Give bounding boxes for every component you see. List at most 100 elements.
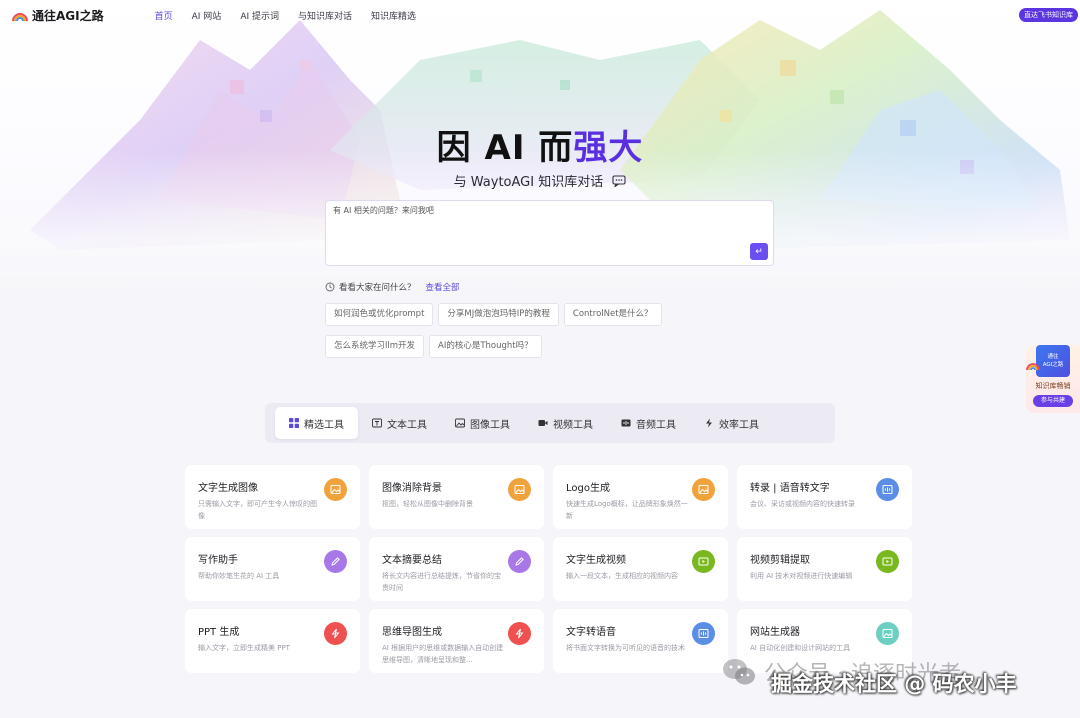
- tool-card[interactable]: 文本摘要总结 将长文内容进行总结提炼，节省你的宝贵时间: [369, 537, 544, 601]
- tool-card-desc: AI 根据用户的思维或数据输入自动创建思维导图，清晰地呈现和整...: [382, 644, 504, 664]
- nav-link-kb-chat[interactable]: 与知识库对话: [298, 9, 352, 22]
- history-icon: [325, 282, 335, 292]
- ask-input[interactable]: [333, 206, 733, 215]
- tool-icon-badge: [324, 550, 347, 573]
- tool-card[interactable]: 图像消除背景 抠图，轻松从图像中删除背景: [369, 465, 544, 529]
- nav-link-home[interactable]: 首页: [155, 9, 173, 22]
- kb-book-text-1: 通往: [1047, 354, 1059, 360]
- tool-icon-badge: [876, 622, 899, 645]
- hero-title-accent: 强大: [573, 128, 644, 168]
- tool-card[interactable]: Logo生成 快速生成Logo概标，让品牌形象焕然一新: [553, 465, 728, 529]
- question-chip[interactable]: ControlNet是什么？: [563, 303, 662, 326]
- nav-link-ai-sites[interactable]: AI 网站: [192, 9, 222, 22]
- pen-icon: [515, 557, 524, 566]
- image-icon: [514, 485, 525, 494]
- tool-icon-badge: [508, 550, 531, 573]
- tool-card-desc: 利用 AI 技术对视频进行快速编辑: [750, 572, 853, 580]
- chat-bubble-icon: [612, 175, 626, 187]
- top-nav: 通往AGI之路 首页 AI 网站 AI 提示词 与知识库对话 知识库精选 直达飞…: [0, 0, 1080, 30]
- tool-card-desc: 帮助你妙笔生花的 AI 工具: [198, 572, 280, 580]
- audio-icon: [882, 485, 893, 494]
- tool-card-desc: 将书面文字转换为可听见的语音的技术: [566, 644, 685, 652]
- tab-label: 图像工具: [470, 419, 510, 431]
- nav-links: 首页 AI 网站 AI 提示词 与知识库对话 知识库精选: [155, 9, 416, 22]
- tool-card[interactable]: 转录 | 语音转文字 会议、采访或视频内容的快速转录: [737, 465, 912, 529]
- tab-label: 音频工具: [636, 419, 676, 431]
- tool-icon-badge: [692, 550, 715, 573]
- grid-icon: [289, 418, 299, 428]
- bolt-icon: [331, 628, 340, 639]
- tool-card[interactable]: 思维导图生成 AI 根据用户的思维或数据输入自动创建思维导图，清晰地呈现和整...: [369, 609, 544, 673]
- juejin-watermark: 掘金技术社区 @ 码农小丰: [771, 672, 1017, 696]
- tool-icon-badge: [508, 478, 531, 501]
- site-name: 通往AGI之路: [32, 8, 104, 23]
- send-button[interactable]: ↵: [750, 243, 768, 260]
- image-icon: [698, 485, 709, 494]
- tab-image-tools[interactable]: 图像工具: [441, 407, 524, 439]
- kb-widget-label: 知识库畅销: [1035, 382, 1071, 390]
- tab-label: 文本工具: [387, 419, 427, 431]
- bolt-icon: [706, 418, 712, 428]
- tool-icon-badge: [876, 478, 899, 501]
- tool-card[interactable]: 视频剪辑提取 利用 AI 技术对视频进行快速编辑: [737, 537, 912, 601]
- tool-category-tabs: 精选工具 文本工具 图像工具 视频工具 音频工具 效率工具: [265, 403, 835, 443]
- tab-video-tools[interactable]: 视频工具: [524, 407, 607, 439]
- nav-link-kb-featured[interactable]: 知识库精选: [371, 9, 416, 22]
- tool-card[interactable]: 文字生成图像 只需输入文字，即可产生令人惊叹的图像: [185, 465, 360, 529]
- tool-card-desc: 输入文字，立即生成精美 PPT: [198, 644, 290, 652]
- popular-questions-header: 看看大家在问什么？ 查看全部: [325, 281, 460, 293]
- rainbow-logo-icon: [12, 13, 28, 22]
- enter-icon: ↵: [755, 246, 763, 257]
- tool-card-desc: 会议、采访或视频内容的快速转录: [750, 500, 855, 508]
- ask-box: ↵: [325, 200, 774, 266]
- tool-icon-badge: [324, 622, 347, 645]
- tool-icon-badge: [692, 478, 715, 501]
- site-logo[interactable]: 通往AGI之路: [12, 7, 104, 24]
- tool-icon-badge: [508, 622, 531, 645]
- tool-icon-badge: [692, 622, 715, 645]
- audio-icon: [621, 419, 631, 427]
- question-chip[interactable]: 如何润色或优化prompt: [325, 303, 434, 326]
- kb-float-widget[interactable]: 通往 AGI之路 知识库畅销 参与共建: [1026, 345, 1080, 413]
- video-icon: [538, 420, 548, 426]
- tool-card-grid: 文字生成图像 只需输入文字，即可产生令人惊叹的图像 图像消除背景 抠图，轻松从图像中删…: [185, 465, 912, 673]
- tab-label: 视频工具: [553, 419, 593, 431]
- hero-subtitle-text: 与 WaytoAGI 知识库对话: [453, 175, 604, 190]
- view-all-link[interactable]: 查看全部: [426, 281, 460, 293]
- tab-audio-tools[interactable]: 音频工具: [607, 407, 690, 439]
- tool-card[interactable]: 写作助手 帮助你妙笔生花的 AI 工具: [185, 537, 360, 601]
- join-build-button[interactable]: 参与共建: [1033, 395, 1073, 407]
- tool-card[interactable]: PPT 生成 输入文字，立即生成精美 PPT: [185, 609, 360, 673]
- question-chip[interactable]: 怎么系统学习llm开发: [325, 335, 425, 358]
- tool-icon-badge: [324, 478, 347, 501]
- kb-book-badge: 通往 AGI之路: [1036, 345, 1070, 377]
- hero-title-plain: 因 AI 而: [436, 128, 574, 168]
- image-icon: [882, 629, 893, 638]
- bolt-icon: [515, 628, 524, 639]
- tool-card-desc: AI 自动化创建和设计网站的工具: [750, 644, 851, 652]
- tool-card-desc: 抠图，轻松从图像中删除背景: [382, 500, 473, 508]
- tab-efficiency-tools[interactable]: 效率工具: [690, 407, 773, 439]
- tool-card[interactable]: 文字转语音 将书面文字转换为可听见的语音的技术: [553, 609, 728, 673]
- text-icon: [372, 418, 382, 428]
- nav-link-ai-prompts[interactable]: AI 提示词: [240, 9, 279, 22]
- tool-card-desc: 只需输入文字，即可产生令人惊叹的图像: [198, 500, 317, 520]
- tab-text-tools[interactable]: 文本工具: [358, 407, 441, 439]
- popular-label: 看看大家在问什么？: [339, 283, 416, 293]
- video-icon: [698, 557, 709, 566]
- tool-card-desc: 快速生成Logo概标，让品牌形象焕然一新: [566, 500, 688, 520]
- question-chip[interactable]: 分享MJ做泡泡玛特IP的教程: [438, 303, 559, 326]
- hero-title: 因 AI 而强大: [0, 120, 1080, 169]
- tab-label: 效率工具: [719, 419, 759, 431]
- tool-card-desc: 将长文内容进行总结提炼，节省你的宝贵时间: [382, 572, 501, 592]
- feishu-kb-button[interactable]: 直达飞书知识库: [1019, 8, 1078, 22]
- tool-card[interactable]: 文字生成视频 输入一段文本，生成相应的视频内容: [553, 537, 728, 601]
- tool-icon-badge: [876, 550, 899, 573]
- tool-card-desc: 输入一段文本，生成相应的视频内容: [566, 572, 678, 580]
- tab-label: 精选工具: [304, 419, 344, 431]
- question-chip[interactable]: AI的核心是Thought吗？: [429, 335, 542, 358]
- pen-icon: [331, 557, 340, 566]
- image-icon: [455, 418, 465, 428]
- wechat-icon: [723, 659, 755, 685]
- tab-featured-tools[interactable]: 精选工具: [275, 407, 358, 439]
